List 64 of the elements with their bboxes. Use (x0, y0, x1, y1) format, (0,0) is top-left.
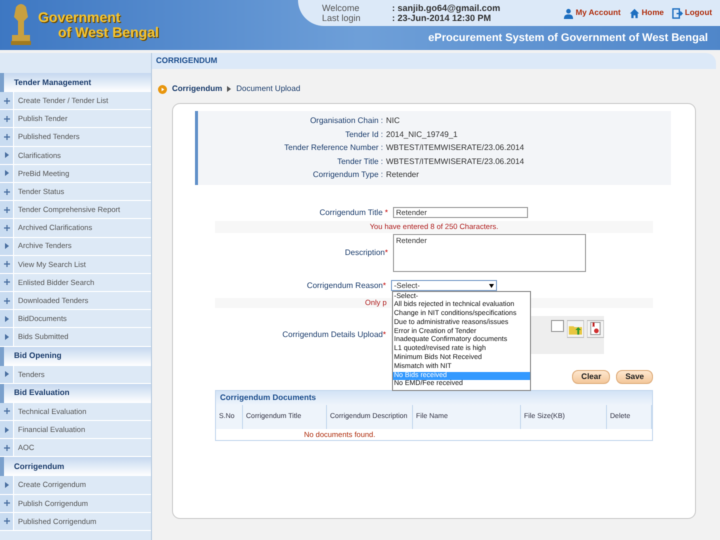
triangle-icon (4, 482, 8, 488)
info-value: Retender (386, 169, 420, 181)
triangle-icon (4, 243, 8, 250)
info-value: WBTEST/ITEMWISERATE/23.06.2014 (386, 142, 526, 154)
plus-icon (4, 98, 10, 104)
plus-icon (4, 500, 10, 506)
system-title: eProcurement System of Government of West Bengal (428, 30, 708, 46)
plus-icon (4, 224, 10, 231)
triangle-icon (4, 371, 8, 378)
plus-icon (4, 134, 10, 140)
header-link[interactable]: Logout (672, 7, 712, 19)
page-title: CORRIGENDUM (156, 55, 218, 67)
sidebar-heading: Corrigendum (0, 457, 151, 476)
triangle-icon (4, 170, 8, 176)
field-label: Corrigendum Details Upload* (281, 328, 387, 340)
login-label: Last login (322, 13, 362, 23)
triangle-icon (227, 86, 232, 92)
triangle-icon (4, 426, 8, 433)
plus-icon (4, 408, 10, 414)
plus-icon (4, 261, 10, 268)
plus-icon (4, 116, 10, 122)
info-value: 2014_NIC_19749_1 (386, 128, 459, 141)
triangle-icon (4, 152, 8, 158)
info-label: Tender Id : (344, 128, 383, 140)
sidebar-heading: Tender Management (0, 73, 151, 92)
field-label: Corrigendum Title * (318, 206, 389, 218)
breadcrumb-current: Document Upload (236, 83, 300, 95)
plus-icon (4, 206, 10, 213)
field-label: Corrigendum Reason* (306, 280, 387, 292)
triangle-icon (4, 316, 8, 322)
info-value: NIC (386, 115, 401, 127)
emblem-icon (8, 3, 34, 47)
info-label: Tender Reference Number : (283, 142, 383, 154)
triangle-icon (4, 334, 8, 340)
header-link[interactable]: Home (628, 7, 664, 19)
header-link[interactable]: My Account (562, 7, 621, 19)
folder-upload-icon[interactable] (567, 320, 584, 338)
login-value: : 23-Jun-2014 12:30 PM (392, 13, 492, 23)
plus-icon (4, 298, 10, 304)
info-label: Tender Title : (336, 156, 383, 168)
home-icon (628, 8, 640, 18)
sidebar-heading: Bid Opening (0, 346, 151, 366)
plus-icon (4, 444, 10, 451)
plus-icon (4, 518, 10, 524)
dropdown-arrow-icon (489, 284, 494, 288)
file-field[interactable] (551, 320, 564, 332)
form-button[interactable]: Save (616, 370, 653, 384)
info-value: WBTEST/ITEMWISERATE/23.06.2014 (386, 156, 526, 168)
user-icon (562, 8, 574, 18)
plus-icon (4, 279, 10, 286)
logout-icon (672, 8, 683, 18)
welcome-value: : sanjib.go64@gmail.com (392, 3, 500, 13)
form-button[interactable]: Clear (572, 370, 610, 384)
info-label: Organisation Chain : (309, 115, 383, 127)
sidebar-heading: Bid Evaluation (0, 384, 151, 403)
info-label: Corrigendum Type : (312, 169, 383, 181)
plus-icon (4, 188, 10, 195)
welcome-label: Welcome (322, 3, 360, 13)
pdf-icon[interactable] (587, 320, 604, 338)
logo-text: of West Bengal (57, 25, 159, 40)
table-title: Corrigendum Documents (216, 390, 652, 404)
logo-text: Government (38, 10, 122, 25)
field-label: Description* (344, 246, 389, 258)
breadcrumb-link[interactable]: Corrigendum (172, 83, 222, 95)
